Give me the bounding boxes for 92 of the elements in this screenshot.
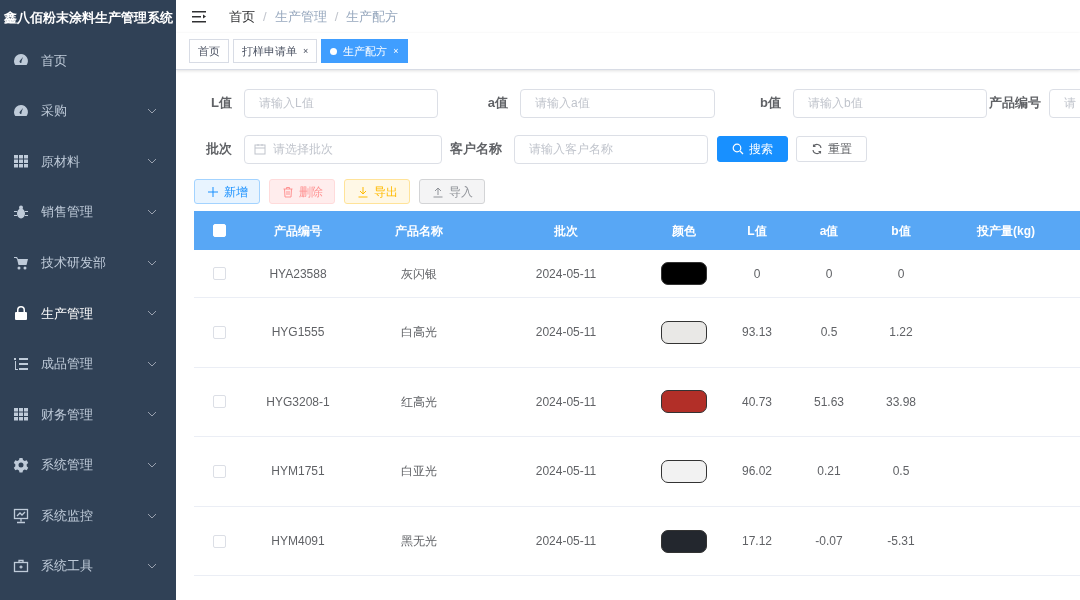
table-cell: 1.22	[889, 325, 913, 340]
breadcrumb-separator: /	[263, 7, 267, 26]
table-cell: 2024-05-11	[535, 325, 597, 340]
input-field[interactable]: 请输入L值	[244, 88, 438, 118]
page-tab[interactable]: 首页	[189, 39, 229, 63]
sidebar-item[interactable]: 财务管理	[0, 389, 176, 440]
checkbox[interactable]	[212, 325, 226, 339]
menu-icon[interactable]	[191, 8, 207, 25]
breadcrumb-item: 生产配方	[346, 7, 399, 26]
checkbox[interactable]	[212, 267, 226, 280]
reset-button[interactable]: 重置	[796, 136, 867, 162]
toolbox-icon	[13, 558, 29, 575]
page-tab[interactable]: 打样申请单 ×	[233, 39, 318, 63]
checkbox[interactable]	[212, 465, 226, 478]
field-label: 客户名称	[449, 140, 503, 159]
column-header: a值	[819, 223, 839, 238]
sidebar-item[interactable]: 技术研发部	[0, 237, 176, 288]
list-icon	[13, 355, 29, 372]
table-cell: 红高光	[401, 394, 437, 409]
column-header: 投产量(kg)	[977, 223, 1035, 238]
table-cell: 40.73	[742, 394, 772, 409]
input-field[interactable]: 请输入客户名称	[514, 134, 708, 164]
download-icon	[356, 185, 369, 198]
column-header: L值	[747, 223, 767, 238]
column-header: 批次	[554, 223, 578, 238]
table-cell: 96.02	[742, 464, 772, 479]
table-cell: -0.07	[815, 534, 843, 549]
table-cell: HYM4091	[271, 534, 325, 549]
settings-icon	[13, 457, 29, 474]
table-cell: 2024-05-11	[535, 394, 597, 409]
table-cell: 0	[753, 266, 761, 281]
app-title: 鑫八佰粉末涂料生产管理系统	[3, 8, 173, 27]
sidebar-item[interactable]: 首页	[0, 35, 176, 86]
table-cell: 0	[825, 266, 833, 281]
input-field[interactable]: 请	[1049, 88, 1080, 118]
table-cell: 灰闪银	[401, 266, 437, 281]
column-header: b值	[891, 223, 911, 238]
table-cell: 51.63	[814, 394, 844, 409]
table-cell: 0	[897, 266, 905, 281]
column-header: 产品编号	[274, 223, 322, 238]
search-icon	[732, 143, 744, 155]
column-header: 产品名称	[395, 223, 443, 238]
lock-icon	[13, 305, 29, 322]
cart-icon	[13, 254, 29, 271]
table-cell: 17.12	[742, 534, 772, 549]
bug-icon	[13, 204, 29, 221]
table-cell: HYG1555	[271, 325, 325, 340]
checkbox[interactable]	[212, 534, 226, 548]
table-cell: 黑无光	[401, 534, 437, 549]
sidebar-item[interactable]: 原材料	[0, 136, 176, 187]
monitor-icon	[13, 507, 29, 524]
sidebar-item[interactable]: 系统监控	[0, 490, 176, 541]
date-picker-field[interactable]: 请选择批次	[244, 134, 442, 164]
column-header: 颜色	[672, 223, 696, 238]
table-cell: 0.21	[817, 464, 841, 479]
table-cell: 白高光	[401, 325, 437, 340]
sidebar-item[interactable]: 系统工具	[0, 540, 176, 592]
table-cell: 2024-05-11	[535, 266, 597, 281]
dashboard-icon	[13, 102, 29, 119]
table-cell: 白亚光	[401, 464, 437, 479]
plus-icon	[206, 185, 219, 198]
sidebar-item[interactable]: 采购	[0, 85, 176, 137]
grid-icon	[13, 153, 29, 170]
field-label: 批次	[205, 140, 233, 159]
sidebar-item[interactable]: 生产管理	[0, 287, 176, 339]
table-cell: 33.98	[886, 394, 916, 409]
grid-icon	[13, 406, 29, 423]
table-cell: 2024-05-11	[535, 534, 597, 549]
input-field[interactable]: 请输入b值	[793, 88, 987, 118]
table-cell: HYA23588	[269, 266, 327, 281]
refresh-icon	[811, 143, 823, 155]
table-cell: 93.13	[742, 325, 772, 340]
table-cell: 0.5	[892, 464, 910, 479]
field-label: 产品编号	[989, 94, 1042, 113]
sidebar-item[interactable]: 销售管理	[0, 186, 176, 238]
sidebar-item[interactable]: 系统管理	[0, 439, 176, 491]
field-label: b值	[759, 94, 782, 113]
sidebar-item[interactable]: 成品管理	[0, 338, 176, 390]
checkbox[interactable]	[212, 395, 226, 409]
breadcrumb-separator: /	[334, 7, 339, 26]
close-icon[interactable]: ×	[303, 46, 309, 56]
table-cell: 0.5	[820, 325, 838, 340]
field-label: a值	[486, 94, 509, 113]
field-label: L值	[210, 94, 233, 113]
table-cell: HYG3208-1	[266, 394, 330, 409]
breadcrumb-item[interactable]: 首页	[229, 6, 255, 27]
table-cell: 2024-05-11	[535, 464, 597, 479]
table-cell: HYM1751	[271, 464, 325, 479]
input-field[interactable]: 请输入a值	[520, 88, 715, 118]
trash-icon	[281, 185, 294, 198]
upload-icon	[431, 185, 444, 198]
table-cell: -5.31	[887, 534, 915, 549]
